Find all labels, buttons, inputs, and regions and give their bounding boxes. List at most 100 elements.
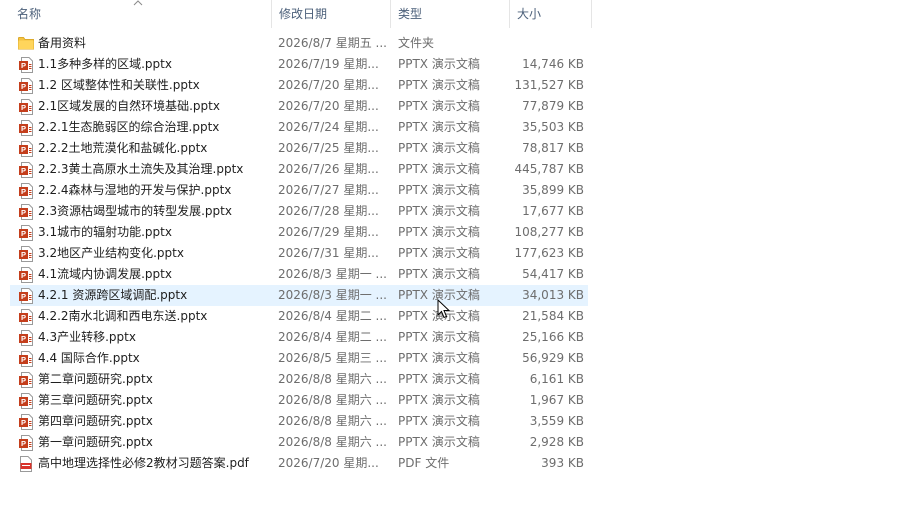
pptx-file-icon: P — [18, 243, 34, 264]
file-date-modified: 2026/7/31 星期... — [278, 246, 379, 260]
file-name: 高中地理选择性必修2教材习题答案.pdf — [38, 456, 249, 470]
file-row[interactable]: P 3.2地区产业结构变化.pptx 2026/7/31 星期... PPTX 演示文… — [10, 243, 588, 264]
file-row[interactable]: 高中地理选择性必修2教材习题答案.pdf 2026/7/20 星期... PDF 文… — [10, 453, 588, 474]
file-name: 1.1多种多样的区域.pptx — [38, 57, 172, 71]
file-size: 78,817 KB — [522, 141, 584, 155]
file-type: PPTX 演示文稿 — [398, 78, 480, 92]
file-name: 4.4 国际合作.pptx — [38, 351, 140, 365]
file-date-modified: 2026/7/20 星期... — [278, 99, 379, 113]
file-date-modified: 2026/8/8 星期六 ... — [278, 393, 387, 407]
file-row[interactable]: P 2.3资源枯竭型城市的转型发展.pptx 2026/7/28 星期... PPTX… — [10, 201, 588, 222]
file-type: PPTX 演示文稿 — [398, 99, 480, 113]
file-row[interactable]: P 2.2.2土地荒漠化和盐碱化.pptx 2026/7/25 星期... PPTX … — [10, 138, 588, 159]
file-row[interactable]: P 2.2.3黄土高原水土流失及其治理.pptx 2026/7/26 星期... PP… — [10, 159, 588, 180]
file-date-modified: 2026/7/20 星期... — [278, 78, 379, 92]
folder-row[interactable]: 备用资料 2026/8/7 星期五 ... 文件夹 — [10, 33, 588, 54]
file-type: PPTX 演示文稿 — [398, 372, 480, 386]
svg-text:P: P — [21, 250, 26, 259]
pptx-file-icon: P — [18, 201, 34, 222]
file-row[interactable]: P 4.2.1 资源跨区域调配.pptx 2026/8/3 星期一 ... PPTX … — [10, 285, 588, 306]
file-date-modified: 2026/7/20 星期... — [278, 456, 379, 470]
file-date-modified: 2026/7/19 星期... — [278, 57, 379, 71]
svg-text:P: P — [21, 208, 26, 217]
file-type: PPTX 演示文稿 — [398, 225, 480, 239]
file-row[interactable]: P 1.2 区域整体性和关联性.pptx 2026/7/20 星期... PPTX 演… — [10, 75, 588, 96]
pptx-file-icon: P — [18, 348, 34, 369]
file-date-modified: 2026/8/5 星期三 ... — [278, 351, 387, 365]
svg-text:P: P — [21, 439, 26, 448]
file-size: 108,277 KB — [514, 225, 584, 239]
file-size: 54,417 KB — [522, 267, 584, 281]
file-type: PPTX 演示文稿 — [398, 288, 480, 302]
file-type: PPTX 演示文稿 — [398, 267, 480, 281]
file-row[interactable]: P 2.2.4森林与湿地的开发与保护.pptx 2026/7/27 星期... PPT… — [10, 180, 588, 201]
pptx-file-icon: P — [18, 390, 34, 411]
file-name: 1.2 区域整体性和关联性.pptx — [38, 78, 200, 92]
file-size: 17,677 KB — [522, 204, 584, 218]
pptx-file-icon: P — [18, 327, 34, 348]
file-type: PPTX 演示文稿 — [398, 183, 480, 197]
file-size: 14,746 KB — [522, 57, 584, 71]
file-type: PPTX 演示文稿 — [398, 309, 480, 323]
file-row[interactable]: P 第四章问题研究.pptx 2026/8/8 星期六 ... PPTX 演示文稿 3,… — [10, 411, 588, 432]
file-size: 131,527 KB — [514, 78, 584, 92]
svg-text:P: P — [21, 313, 26, 322]
file-row[interactable]: P 第二章问题研究.pptx 2026/8/8 星期六 ... PPTX 演示文稿 6,… — [10, 369, 588, 390]
file-name: 2.2.2土地荒漠化和盐碱化.pptx — [38, 141, 208, 155]
file-date-modified: 2026/8/7 星期五 ... — [278, 36, 387, 50]
file-name: 备用资料 — [38, 36, 87, 50]
file-row[interactable]: P 4.4 国际合作.pptx 2026/8/5 星期三 ... PPTX 演示文稿 5… — [10, 348, 588, 369]
svg-text:P: P — [21, 334, 26, 343]
column-header-name[interactable]: 名称 — [10, 0, 272, 28]
pptx-file-icon: P — [18, 159, 34, 180]
file-date-modified: 2026/8/8 星期六 ... — [278, 372, 387, 386]
pdf-file-icon — [18, 453, 34, 474]
column-header-type[interactable]: 类型 — [391, 0, 510, 28]
file-date-modified: 2026/8/3 星期一 ... — [278, 288, 387, 302]
file-size: 77,879 KB — [522, 99, 584, 113]
svg-text:P: P — [21, 187, 26, 196]
file-type: PPTX 演示文稿 — [398, 57, 480, 71]
pptx-file-icon: P — [18, 75, 34, 96]
file-row[interactable]: P 2.1区域发展的自然环境基础.pptx 2026/7/20 星期... PPTX … — [10, 96, 588, 117]
file-size: 445,787 KB — [514, 162, 584, 176]
svg-text:P: P — [21, 355, 26, 364]
svg-text:P: P — [21, 124, 26, 133]
file-size: 177,623 KB — [514, 246, 584, 260]
file-size: 6,161 KB — [529, 372, 584, 386]
file-size: 25,166 KB — [522, 330, 584, 344]
pptx-file-icon: P — [18, 117, 34, 138]
pptx-file-icon: P — [18, 285, 34, 306]
file-name: 第四章问题研究.pptx — [38, 414, 153, 428]
file-row[interactable]: P 3.1城市的辐射功能.pptx 2026/7/29 星期... PPTX 演示文稿… — [10, 222, 588, 243]
file-name: 4.2.1 资源跨区域调配.pptx — [38, 288, 188, 302]
file-row[interactable]: P 4.1流域内协调发展.pptx 2026/8/3 星期一 ... PPTX 演示文… — [10, 264, 588, 285]
file-type: PPTX 演示文稿 — [398, 246, 480, 260]
file-name: 2.1区域发展的自然环境基础.pptx — [38, 99, 220, 113]
svg-text:P: P — [21, 61, 26, 70]
file-row[interactable]: P 第一章问题研究.pptx 2026/8/8 星期六 ... PPTX 演示文稿 2,… — [10, 432, 588, 453]
file-type: PPTX 演示文稿 — [398, 120, 480, 134]
file-date-modified: 2026/8/8 星期六 ... — [278, 435, 387, 449]
file-type: PPTX 演示文稿 — [398, 414, 480, 428]
file-date-modified: 2026/8/8 星期六 ... — [278, 414, 387, 428]
column-header-size[interactable]: 大小 — [510, 0, 592, 28]
svg-text:P: P — [21, 229, 26, 238]
column-header-bar: 名称 修改日期 类型 大小 — [0, 0, 592, 28]
file-date-modified: 2026/8/3 星期一 ... — [278, 267, 387, 281]
file-row[interactable]: P 2.2.1生态脆弱区的综合治理.pptx 2026/7/24 星期... PPTX… — [10, 117, 588, 138]
pptx-file-icon: P — [18, 369, 34, 390]
file-row[interactable]: P 1.1多种多样的区域.pptx 2026/7/19 星期... PPTX 演示文稿… — [10, 54, 588, 75]
file-row[interactable]: P 4.3产业转移.pptx 2026/8/4 星期二 ... PPTX 演示文稿 25… — [10, 327, 588, 348]
file-row[interactable]: P 第三章问题研究.pptx 2026/8/8 星期六 ... PPTX 演示文稿 1,… — [10, 390, 588, 411]
pptx-file-icon: P — [18, 222, 34, 243]
file-type: PPTX 演示文稿 — [398, 204, 480, 218]
svg-text:P: P — [21, 397, 26, 406]
file-row[interactable]: P 4.2.2南水北调和西电东送.pptx 2026/8/4 星期二 ... PPTX… — [10, 306, 588, 327]
file-type: PDF 文件 — [398, 456, 450, 470]
file-size: 1,967 KB — [529, 393, 584, 407]
file-date-modified: 2026/7/27 星期... — [278, 183, 379, 197]
file-name: 2.3资源枯竭型城市的转型发展.pptx — [38, 204, 232, 218]
column-header-date-modified[interactable]: 修改日期 — [272, 0, 391, 28]
file-type: PPTX 演示文稿 — [398, 162, 480, 176]
